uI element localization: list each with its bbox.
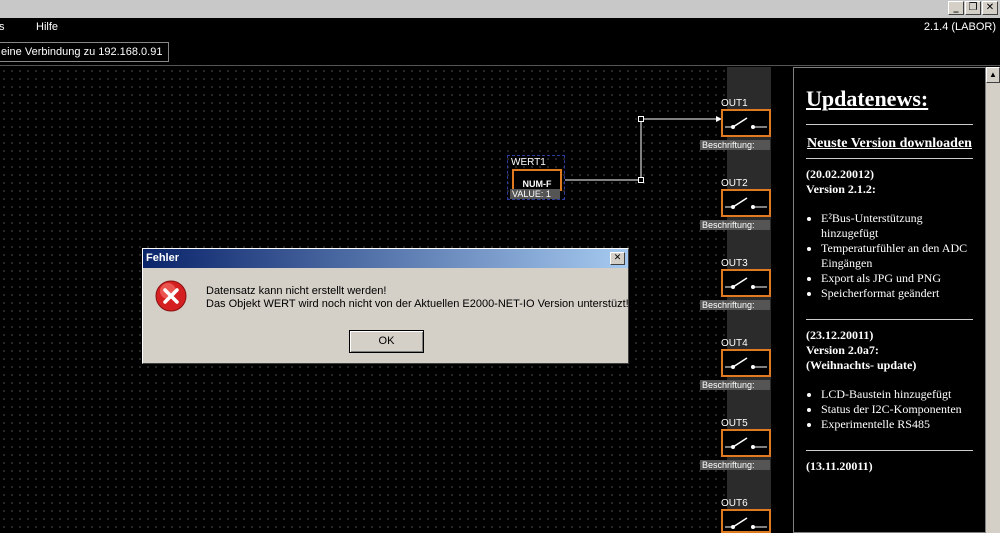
out5-caption: Beschriftung: [700, 460, 770, 470]
news-entry-1-list: E²Bus-Unterstützung hinzugefügt Temperat… [821, 211, 973, 301]
dialog-message-line-2: Das Objekt WERT wird noch nicht von der … [206, 298, 629, 310]
news-entry-3-header: (13.11.20011) [806, 459, 973, 474]
switch-icon [725, 437, 767, 449]
news-entry-1-header: (20.02.20012) Version 2.1.2: [806, 167, 973, 197]
scroll-up-icon[interactable]: ▲ [986, 67, 1000, 83]
out2-caption: Beschriftung: [700, 220, 770, 230]
wert-value-label: VALUE: 1 [510, 189, 560, 199]
out2-label: OUT2 [721, 178, 748, 189]
news-entry-version: Version 2.1.2: [806, 182, 876, 196]
numf-block[interactable]: NUM-F [512, 169, 562, 191]
out3-label: OUT3 [721, 258, 748, 269]
news-entry-date: (13.11.20011) [806, 459, 873, 473]
news-entry-2-header: (23.12.20011) Version 2.0a7: (Weihnachts… [806, 328, 973, 373]
out1-caption: Beschriftung: [700, 140, 770, 150]
out6-block[interactable] [721, 509, 771, 533]
switch-icon [725, 357, 767, 369]
out2-block[interactable] [721, 189, 771, 217]
ok-button[interactable]: OK [349, 330, 424, 353]
news-entry-2-list: LCD-Baustein hinzugefügt Status der I2C-… [821, 387, 973, 432]
out1-label: OUT1 [721, 98, 748, 109]
switch-icon [725, 277, 767, 289]
out5-label: OUT5 [721, 418, 748, 429]
switch-icon [725, 117, 767, 129]
news-entry-extra: (Weihnachts- update) [806, 358, 917, 372]
switch-icon [725, 197, 767, 209]
news-entry-version: Version 2.0a7: [806, 343, 879, 357]
list-item: Experimentelle RS485 [821, 417, 973, 432]
dialog-message-line-1: Datensatz kann nicht erstellt werden! [206, 285, 387, 297]
panel-divider [771, 67, 793, 533]
out6-label: OUT6 [721, 498, 748, 509]
out4-caption: Beschriftung: [700, 380, 770, 390]
dialog-title: Fehler [143, 249, 628, 268]
news-scrollbar[interactable]: ▲ [986, 67, 1000, 533]
news-title: Updatenews: [806, 86, 929, 111]
out4-block[interactable] [721, 349, 771, 377]
list-item: Temperaturfühler an den ADC Eingängen [821, 241, 973, 271]
list-item: LCD-Baustein hinzugefügt [821, 387, 973, 402]
dialog-message: Datensatz kann nicht erstellt werden! Da… [206, 285, 629, 311]
news-divider [806, 158, 973, 159]
out4-label: OUT4 [721, 338, 748, 349]
list-item: Export als JPG und PNG [821, 271, 973, 286]
update-news-panel: Updatenews: Neuste Version downloaden (2… [793, 67, 986, 533]
download-latest-link[interactable]: Neuste Version downloaden [806, 135, 973, 152]
list-item: Speicherformat geändert [821, 286, 973, 301]
out1-block[interactable] [721, 109, 771, 137]
error-dialog: Fehler ✕ Datensatz kann nicht erstellt w… [142, 248, 629, 364]
news-divider [806, 450, 973, 451]
news-entry-date: (20.02.20012) [806, 167, 874, 181]
news-divider [806, 124, 973, 125]
out3-block[interactable] [721, 269, 771, 297]
error-icon [155, 280, 187, 312]
switch-icon [725, 517, 767, 529]
out5-block[interactable] [721, 429, 771, 457]
news-entry-date: (23.12.20011) [806, 328, 874, 342]
out3-caption: Beschriftung: [700, 300, 770, 310]
list-item: Status der I2C-Komponenten [821, 402, 973, 417]
dialog-close-button[interactable]: ✕ [610, 252, 625, 265]
news-divider [806, 319, 973, 320]
list-item: E²Bus-Unterstützung hinzugefügt [821, 211, 973, 241]
